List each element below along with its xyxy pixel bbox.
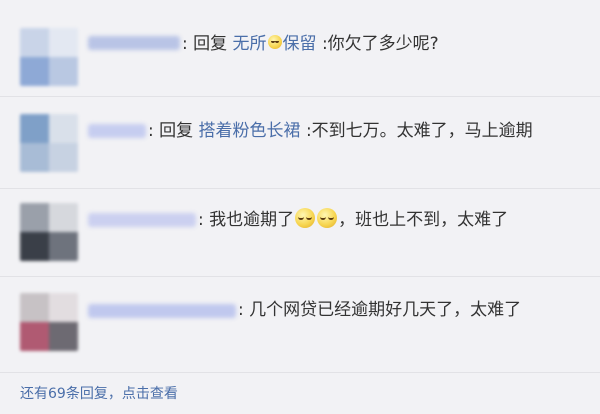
user-avatar[interactable]	[20, 28, 78, 86]
username-blurred[interactable]	[88, 124, 146, 138]
reply-word: 回复	[159, 121, 194, 141]
view-more-link[interactable]: 点击查看	[122, 386, 178, 402]
reply-content-cont: ，班也上不到，太难了	[338, 210, 509, 230]
username-blurred[interactable]	[88, 304, 236, 318]
reply-content: :不到七万。太难了，马上逾期	[305, 121, 533, 141]
reply-target-link[interactable]: 搭着粉色长裙	[199, 121, 301, 141]
user-avatar[interactable]	[20, 203, 78, 261]
reply-text: : 我也逾期了 ，班也上不到，太难了	[198, 208, 509, 230]
reply-content: 我也逾期了	[209, 210, 295, 230]
reply-text: : 回复 无所 保留 :你欠了多少呢?	[182, 34, 439, 54]
emoji-icon	[267, 35, 282, 49]
user-avatar[interactable]	[20, 293, 78, 351]
crying-emoji-icon	[317, 208, 338, 228]
reply-content: 几个网贷已经逾期好几天了，太难了	[249, 300, 522, 320]
reply-item: : 回复 搭着粉色长裙 :不到七万。太难了，马上逾期	[0, 96, 600, 189]
crying-emoji-icon	[295, 208, 316, 228]
reply-content: :你欠了多少呢?	[321, 34, 439, 54]
reply-text: : 几个网贷已经逾期好几天了，太难了	[238, 300, 522, 320]
username-blurred[interactable]	[88, 213, 196, 227]
reply-item: : 回复 无所 保留 :你欠了多少呢?	[0, 0, 600, 97]
user-avatar[interactable]	[20, 114, 78, 172]
reply-item: : 几个网贷已经逾期好几天了，太难了	[0, 276, 600, 373]
more-replies: 还有69条回复，点击查看	[20, 383, 178, 403]
username-blurred[interactable]	[88, 36, 180, 50]
reply-list: : 回复 无所 保留 :你欠了多少呢? : 回复 搭着粉色长裙 :不到七万。太难了…	[0, 0, 600, 414]
more-replies-count: 还有69条回复，	[20, 386, 122, 402]
reply-text: : 回复 搭着粉色长裙 :不到七万。太难了，马上逾期	[148, 121, 533, 141]
reply-target-link[interactable]: 无所 保留	[233, 34, 317, 54]
reply-item: : 我也逾期了 ，班也上不到，太难了	[0, 188, 600, 277]
reply-word: 回复	[193, 34, 228, 54]
